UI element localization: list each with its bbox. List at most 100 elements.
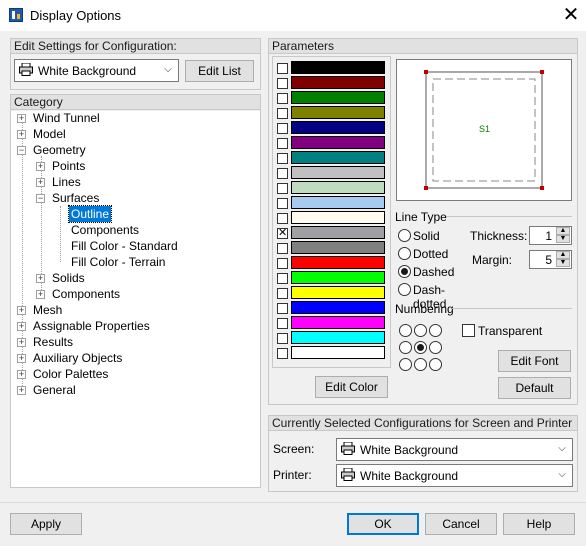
expand-icon[interactable]: + <box>17 322 26 331</box>
line-type-dash-dotted-option[interactable]: Dash-dotted <box>398 282 478 311</box>
swatch-checkbox[interactable] <box>277 123 288 134</box>
edit-color-button[interactable]: Edit Color <box>315 376 388 398</box>
color-swatch[interactable] <box>291 301 385 314</box>
preview-label: S1 <box>479 124 491 134</box>
swatch-checkbox[interactable] <box>277 273 288 284</box>
corner-marker <box>540 70 544 74</box>
swatch-checkbox[interactable] <box>277 348 288 359</box>
swatch-checkbox[interactable] <box>277 183 288 194</box>
spin-down-icon[interactable]: ▼ <box>556 259 570 267</box>
swatch-checkbox[interactable] <box>277 213 288 224</box>
swatch-checkbox[interactable] <box>277 288 288 299</box>
expand-icon[interactable]: + <box>36 178 45 187</box>
line-type-solid-option[interactable]: Solid <box>398 228 458 244</box>
thickness-spinner[interactable]: 1 ▲ ▼ <box>529 226 572 245</box>
expand-icon[interactable]: + <box>36 274 45 283</box>
numbering-center-radio[interactable] <box>414 341 427 354</box>
numbering-bottom-radio[interactable] <box>414 358 427 371</box>
color-swatch[interactable] <box>291 181 385 194</box>
radio-dashed[interactable] <box>398 265 411 278</box>
color-swatch[interactable] <box>291 256 385 269</box>
color-swatch[interactable] <box>291 241 385 254</box>
cancel-button[interactable]: Cancel <box>425 513 497 535</box>
help-button[interactable]: Help <box>503 513 575 535</box>
printer-combo[interactable]: White Background ⌵ <box>336 464 573 487</box>
expand-icon[interactable]: + <box>36 162 45 171</box>
color-swatch[interactable] <box>291 346 385 359</box>
expand-icon[interactable]: + <box>17 114 26 123</box>
transparent-checkbox[interactable] <box>462 324 475 337</box>
corner-marker <box>540 186 544 190</box>
tree-item-label-selected: Outline <box>67 205 113 223</box>
expand-icon[interactable]: + <box>17 130 26 139</box>
margin-label: Margin: <box>472 253 513 267</box>
close-icon[interactable]: ✕ <box>558 2 584 28</box>
radio-solid[interactable] <box>398 229 411 242</box>
numbering-top-right-radio[interactable] <box>429 324 442 337</box>
numbering-top-radio[interactable] <box>414 324 427 337</box>
swatch-checkbox[interactable] <box>277 138 288 149</box>
collapse-icon[interactable]: − <box>36 194 45 203</box>
numbering-bottom-left-radio[interactable] <box>399 358 412 371</box>
color-swatch[interactable] <box>291 211 385 224</box>
swatch-checkbox[interactable] <box>277 108 288 119</box>
swatch-checkbox[interactable] <box>277 63 288 74</box>
ok-button[interactable]: OK <box>347 513 419 535</box>
numbering-bottom-right-radio[interactable] <box>429 358 442 371</box>
swatch-checkbox[interactable] <box>277 333 288 344</box>
swatch-checkbox[interactable] <box>277 78 288 89</box>
color-swatch[interactable] <box>291 331 385 344</box>
color-swatch[interactable] <box>291 196 385 209</box>
default-button[interactable]: Default <box>498 377 571 399</box>
spin-up-icon[interactable]: ▲ <box>556 227 570 235</box>
color-swatch[interactable] <box>291 91 385 104</box>
category-header: Category <box>11 95 260 110</box>
configuration-combo[interactable]: White Background ⌵ <box>14 59 179 82</box>
numbering-left-radio[interactable] <box>399 341 412 354</box>
color-swatch[interactable] <box>291 136 385 149</box>
transparent-option[interactable]: Transparent <box>462 323 562 339</box>
expand-icon[interactable]: + <box>17 386 26 395</box>
color-swatch[interactable] <box>291 316 385 329</box>
swatch-checkbox[interactable] <box>277 168 288 179</box>
color-swatch[interactable] <box>291 61 385 74</box>
collapse-icon[interactable]: − <box>17 146 26 155</box>
swatch-checkbox[interactable] <box>277 303 288 314</box>
line-type-dashed-option[interactable]: Dashed <box>398 264 458 280</box>
numbering-top-left-radio[interactable] <box>399 324 412 337</box>
edit-font-button[interactable]: Edit Font <box>498 350 571 372</box>
swatch-checkbox[interactable] <box>277 243 288 254</box>
radio-dotted[interactable] <box>398 247 411 260</box>
swatch-checkbox[interactable]: ✕ <box>277 228 288 239</box>
swatch-checkbox[interactable] <box>277 153 288 164</box>
swatch-checkbox[interactable] <box>277 198 288 209</box>
expand-icon[interactable]: + <box>17 370 26 379</box>
numbering-right-radio[interactable] <box>429 341 442 354</box>
swatch-checkbox[interactable] <box>277 258 288 269</box>
expand-icon[interactable]: + <box>17 306 26 315</box>
swatch-checkbox[interactable] <box>277 318 288 329</box>
line-type-dotted-option[interactable]: Dotted <box>398 246 458 262</box>
expand-icon[interactable]: + <box>17 354 26 363</box>
color-swatch[interactable] <box>291 76 385 89</box>
expand-icon[interactable]: + <box>17 338 26 347</box>
color-swatch[interactable] <box>291 271 385 284</box>
spin-down-icon[interactable]: ▼ <box>556 235 570 243</box>
color-swatch[interactable] <box>291 226 385 239</box>
color-swatch[interactable] <box>291 121 385 134</box>
swatch-checkbox[interactable] <box>277 93 288 104</box>
color-swatch[interactable] <box>291 106 385 119</box>
spin-up-icon[interactable]: ▲ <box>556 251 570 259</box>
tree-item-label: Mesh <box>33 303 63 317</box>
apply-button[interactable]: Apply <box>10 513 82 535</box>
margin-spinner[interactable]: 5 ▲ ▼ <box>529 250 572 269</box>
screen-combo[interactable]: White Background ⌵ <box>336 438 573 461</box>
color-swatch[interactable] <box>291 286 385 299</box>
color-swatch[interactable] <box>291 166 385 179</box>
color-swatch[interactable] <box>291 151 385 164</box>
edit-list-button[interactable]: Edit List <box>185 60 254 82</box>
tree-item-label: Solids <box>52 271 85 285</box>
radio-dash-dotted[interactable] <box>398 283 411 296</box>
category-tree[interactable] <box>11 111 260 487</box>
expand-icon[interactable]: + <box>36 290 45 299</box>
